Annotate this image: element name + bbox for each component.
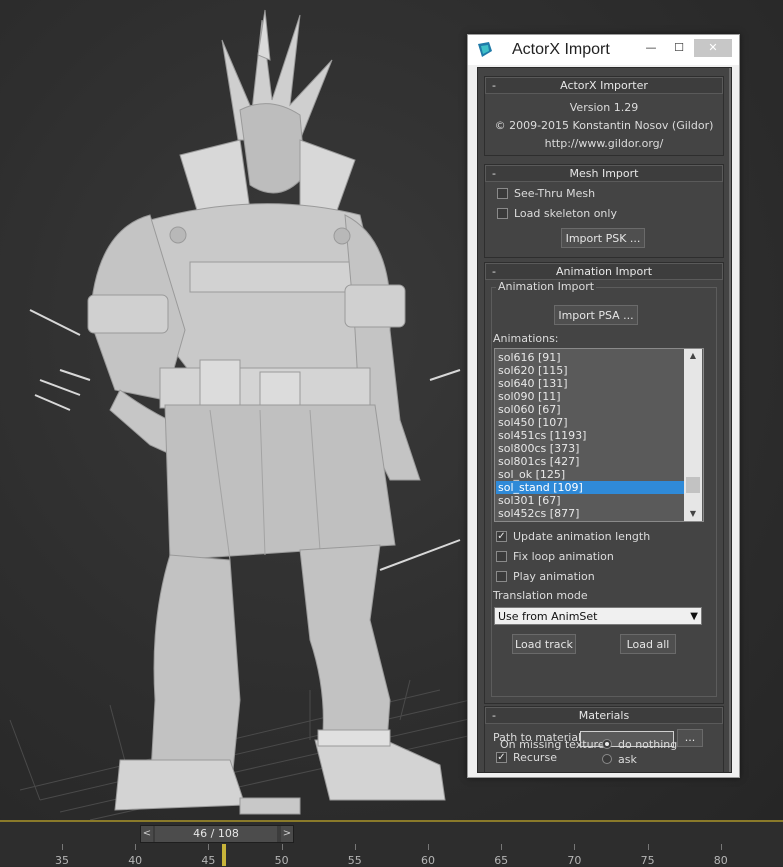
frame-tick-label: 35 <box>55 854 69 867</box>
panel-scrollbar[interactable] <box>729 68 731 772</box>
frame-tick-label: 50 <box>274 854 289 867</box>
collapse-icon: - <box>492 709 496 722</box>
time-slider[interactable]: < 46 / 108 > <box>140 825 294 843</box>
animation-list-item[interactable]: sol620 [115] <box>496 364 684 377</box>
animation-list-item[interactable]: sol800cs [373] <box>496 442 684 455</box>
frame-tick-mark <box>501 844 503 850</box>
animation-list-item[interactable]: sol060 [67] <box>496 403 684 416</box>
animation-list-item[interactable]: sol301 [67] <box>496 494 684 507</box>
frame-tick-mark <box>428 844 429 850</box>
frame-tick-mark <box>720 844 722 850</box>
rollout-title: Animation Import <box>555 265 653 278</box>
load-track-button[interactable]: Load track <box>512 634 576 654</box>
copyright-text: © 2009-2015 Konstantin Nosov (Gildor) <box>494 119 714 132</box>
animation-list-item[interactable]: sol616 [91] <box>496 351 684 364</box>
missing-texture-section: On missing texture: do nothing ask <box>500 737 720 771</box>
rollout-header-animation-import[interactable]: - Animation Import <box>485 263 723 280</box>
collapse-icon: - <box>492 265 496 278</box>
missing-texture-label: On missing texture: <box>500 738 609 751</box>
rollout-header-actorx-importer[interactable]: - ActorX Importer <box>485 77 723 94</box>
load-all-button[interactable]: Load all <box>620 634 676 654</box>
see-thru-mesh-checkbox[interactable]: See-Thru Mesh <box>497 186 595 202</box>
animation-list-item[interactable]: sol450 [107] <box>496 416 684 429</box>
timeline[interactable]: < 46 / 108 > 35 40 45 50 55 60 65 70 75 80 <box>0 820 783 867</box>
frame-tick-mark <box>354 844 356 850</box>
frame-tick-mark <box>647 844 649 850</box>
website-link[interactable]: http://www.gildor.org/ <box>485 137 723 150</box>
play-animation-checkbox[interactable]: Play animation <box>496 569 595 585</box>
checkbox-box[interactable] <box>496 550 507 562</box>
frame-tick-mark <box>208 844 210 850</box>
scroll-down-icon[interactable]: ▼ <box>684 507 702 521</box>
translation-mode-select[interactable]: Use from AnimSet ▼ <box>494 607 702 625</box>
frame-tick-label: 40 <box>128 854 143 867</box>
animation-list-item[interactable]: sol451cs [1193] <box>496 429 684 442</box>
chevron-down-icon[interactable]: ▼ <box>690 608 698 626</box>
minimize-button[interactable]: — <box>638 39 664 57</box>
radio-button[interactable] <box>602 754 612 764</box>
frame-tick-label: 55 <box>347 854 362 867</box>
app-icon <box>478 42 492 57</box>
rollout-title: Materials <box>578 709 630 722</box>
maximize-button[interactable]: ☐ <box>666 39 692 57</box>
radio-button[interactable] <box>602 739 612 749</box>
radio-ask[interactable]: ask <box>602 753 637 766</box>
radio-do-nothing[interactable]: do nothing <box>602 738 677 751</box>
collapse-icon: - <box>492 167 496 180</box>
close-button[interactable]: ✕ <box>694 39 732 57</box>
animations-list[interactable]: sol616 [91] sol620 [115] sol640 [131] sol09… <box>494 348 704 522</box>
dialog-title: ActorX Import <box>512 41 610 58</box>
frame-counter[interactable]: 46 / 108 <box>155 826 277 842</box>
animation-list-item[interactable]: sol090 [11] <box>496 390 684 403</box>
next-frame-button[interactable]: > <box>281 826 293 842</box>
prev-frame-button[interactable]: < <box>141 826 153 842</box>
actorx-import-dialog: ActorX Import — ☐ ✕ - ActorX Importer Ve… <box>467 34 740 778</box>
rollout-header-materials[interactable]: - Materials <box>485 707 723 724</box>
collapse-icon: - <box>492 79 496 92</box>
checkbox-box[interactable] <box>496 570 507 582</box>
import-psk-button[interactable]: Import PSK ... <box>561 228 645 248</box>
load-skeleton-checkbox[interactable]: Load skeleton only <box>497 206 617 222</box>
fix-loop-animation-checkbox[interactable]: Fix loop animation <box>496 549 614 565</box>
group-label: Animation Import <box>496 280 597 293</box>
scroll-thumb[interactable] <box>686 477 700 493</box>
frame-tick-mark <box>135 844 137 850</box>
scroll-up-icon[interactable]: ▲ <box>684 349 702 363</box>
title-bar[interactable]: ActorX Import — ☐ ✕ <box>468 35 739 65</box>
translation-mode-label: Translation mode <box>493 589 588 602</box>
frame-tick-label: 80 <box>713 854 728 867</box>
animation-list-item[interactable]: sol_stand [109] <box>496 481 684 494</box>
translation-mode-value: Use from AnimSet <box>498 610 598 623</box>
animation-list-item[interactable]: sol452cs [877] <box>496 507 684 520</box>
animation-list-item[interactable]: sol801cs [427] <box>496 455 684 468</box>
import-psa-button[interactable]: Import PSA ... <box>554 305 638 325</box>
playhead[interactable] <box>222 844 226 866</box>
frame-tick-label: 70 <box>567 854 582 867</box>
animation-list-item[interactable]: sol_ok [125] <box>496 468 684 481</box>
version-text: Version 1.29 <box>569 101 639 114</box>
list-scrollbar[interactable]: ▲ ▼ <box>684 349 702 521</box>
rollout-title: Mesh Import <box>569 167 639 180</box>
frame-tick-label: 60 <box>421 854 435 867</box>
rollout-header-mesh-import[interactable]: - Mesh Import <box>485 165 723 182</box>
frame-tick-mark <box>574 844 576 850</box>
checkbox-box[interactable] <box>497 187 508 199</box>
frame-tick-label: 75 <box>640 854 655 867</box>
animations-list-label: Animations: <box>493 332 559 345</box>
frame-tick-label: 45 <box>201 854 216 867</box>
frame-tick-label: 65 <box>494 854 509 867</box>
rollout-actorx-importer: - ActorX Importer Version 1.29 © 2009-20… <box>484 76 724 156</box>
rollout-title: ActorX Importer <box>560 79 648 92</box>
update-animation-length-checkbox[interactable]: ✓ Update animation length <box>496 529 650 545</box>
animation-list-item[interactable]: sol640 [131] <box>496 377 684 390</box>
frame-ruler[interactable]: 35 40 45 50 55 60 65 70 75 80 <box>0 844 783 867</box>
frame-tick-mark <box>281 844 283 850</box>
rollout-panel: - ActorX Importer Version 1.29 © 2009-20… <box>477 67 732 773</box>
checkbox-box[interactable] <box>497 207 508 219</box>
checkbox-box[interactable]: ✓ <box>496 530 507 542</box>
frame-tick-mark <box>62 844 63 850</box>
rollout-mesh-import: - Mesh Import See-Thru Mesh Load skeleto… <box>484 164 724 258</box>
